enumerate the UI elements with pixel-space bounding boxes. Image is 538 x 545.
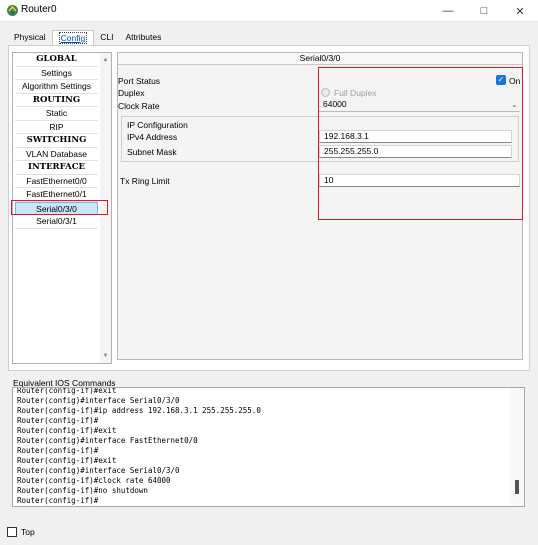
nav-item-settings[interactable]: Settings — [15, 67, 98, 80]
nav-header-global: GLOBAL — [15, 53, 98, 67]
nav-header-routing: ROUTING — [15, 94, 98, 107]
ip-configuration-label: IP Configuration — [127, 120, 188, 130]
scroll-down-icon[interactable]: ▼ — [101, 351, 110, 361]
nav-item-serial0-3-1[interactable]: Serial0/3/1 — [15, 215, 98, 229]
tab-bar: Physical Config CLI Attributes — [8, 30, 167, 46]
maximize-button[interactable]: □ — [466, 0, 502, 22]
command-line: Router(config-if)#ip address 192.168.3.1… — [17, 406, 261, 415]
nav-item-static[interactable]: Static — [15, 107, 98, 121]
ios-commands-box[interactable]: Router(config-if)#exit Router(config)#in… — [12, 387, 525, 507]
nav-item-vlan-database[interactable]: VLAN Database — [15, 148, 98, 161]
title-bar: Router0 — □ ✕ — [0, 0, 538, 22]
nav-header-interface: INTERFACE — [15, 161, 98, 175]
close-button[interactable]: ✕ — [502, 0, 538, 22]
settings-highlight-box — [318, 67, 523, 220]
tab-attributes[interactable]: Attributes — [119, 30, 167, 46]
tx-ring-limit-label: Tx Ring Limit — [120, 176, 170, 186]
tab-cli[interactable]: CLI — [94, 30, 119, 46]
command-line: Router(config-if)#exit — [17, 456, 117, 465]
panel-title: Serial0/3/0 — [118, 53, 522, 65]
command-line: Router(config-if)#clock rate 64000 — [17, 476, 171, 485]
command-line: Router(config-if)#exit — [17, 426, 117, 435]
command-line: Router(config)#interface Serial0/3/0 — [17, 396, 180, 405]
top-label: Top — [21, 527, 35, 537]
tab-config[interactable]: Config — [51, 30, 95, 46]
router-icon — [7, 5, 18, 16]
window-title: Router0 — [21, 4, 57, 15]
scroll-thumb[interactable] — [515, 480, 519, 494]
command-line: Router(config-if)#exit — [17, 387, 117, 395]
nav-item-rip[interactable]: RIP — [15, 121, 98, 134]
command-line: Router(config-if)#no shutdown — [17, 486, 148, 495]
commands-scrollbar[interactable] — [510, 388, 524, 506]
command-line: Router(config-if)# — [17, 416, 99, 425]
top-checkbox[interactable] — [7, 527, 17, 537]
nav-header-switching: SWITCHING — [15, 134, 98, 148]
subnet-mask-label: Subnet Mask — [127, 147, 177, 157]
duplex-label: Duplex — [118, 88, 145, 98]
nav-item-fastethernet0-0[interactable]: FastEthernet0/0 — [15, 175, 98, 188]
command-line: Router(config-if)# — [17, 496, 99, 505]
ios-commands-list: Router(config-if)#exit Router(config)#in… — [17, 387, 507, 506]
ipv4-address-label: IPv4 Address — [127, 132, 178, 142]
tab-config-label: Config — [58, 32, 88, 44]
clock-rate-label: Clock Rate — [118, 101, 160, 111]
tab-physical[interactable]: Physical — [8, 30, 52, 46]
minimize-button[interactable]: — — [430, 0, 466, 22]
nav-item-algorithm-settings[interactable]: Algorithm Settings — [15, 80, 98, 94]
command-line: Router(config)#interface FastEthernet0/0 — [17, 436, 198, 445]
port-status-label: Port Status — [118, 76, 161, 86]
selection-highlight-box — [11, 200, 108, 215]
command-line: Router(config)#interface Serial0/3/0 — [17, 466, 180, 475]
scroll-up-icon[interactable]: ▲ — [101, 55, 110, 65]
command-line: Router(config-if)# — [17, 446, 99, 455]
